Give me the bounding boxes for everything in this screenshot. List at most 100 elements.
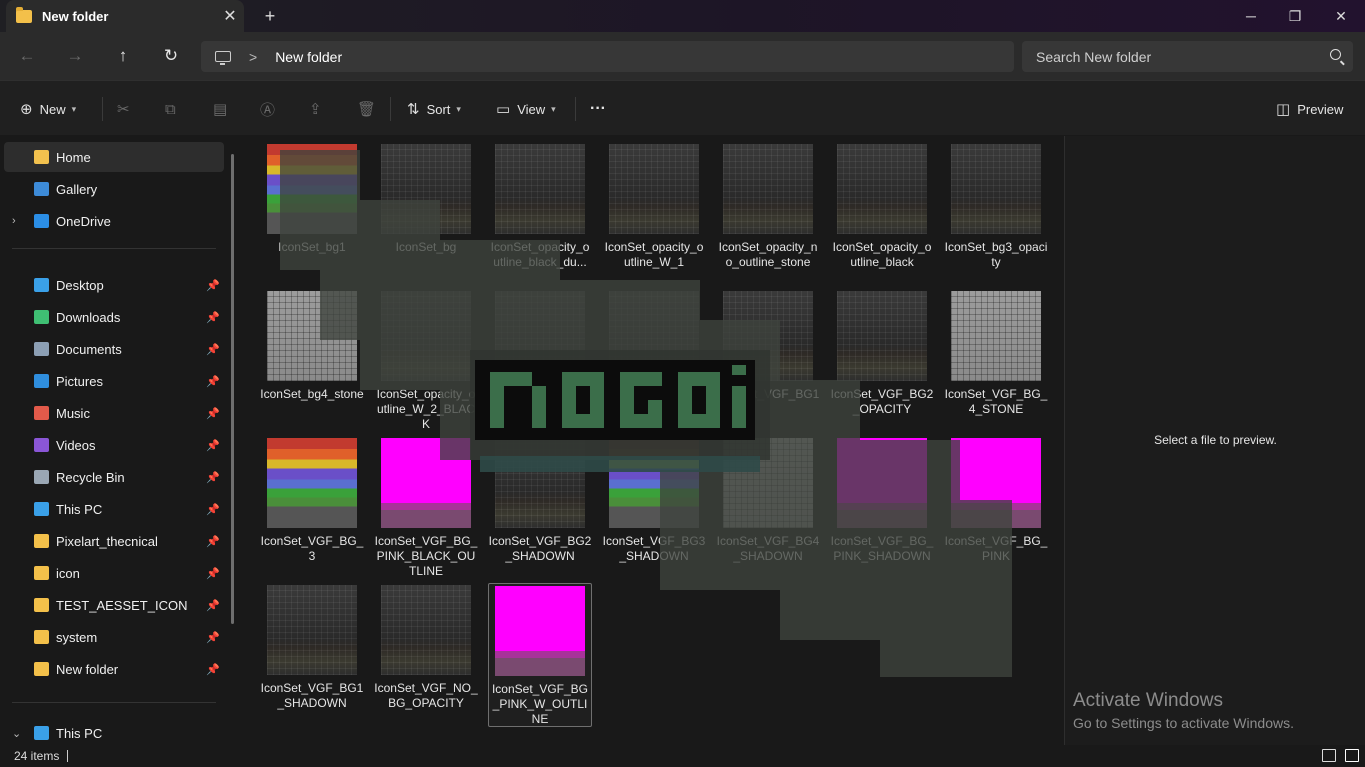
view-label: View	[517, 101, 546, 117]
paste-button[interactable]: ▤	[213, 98, 234, 120]
sidebar-item-icon[interactable]: icon 📌	[4, 558, 224, 588]
chevron-down-icon: ▾	[551, 103, 556, 114]
file-name: IconSet_opacity_outline_W_2_BLACK	[376, 387, 476, 431]
close-window-button[interactable]: ✕	[1318, 0, 1364, 32]
file-thumbnail	[381, 438, 471, 528]
file-item[interactable]: IconSet_VGF_BG1	[716, 291, 820, 402]
copy-button[interactable]: ⧉	[165, 98, 183, 120]
delete-button[interactable]: 🗑	[357, 98, 383, 120]
minimize-button[interactable]: ─	[1228, 0, 1274, 32]
file-item[interactable]: IconSet_VGF_NO_BG_OPACITY	[374, 585, 478, 711]
file-thumbnail	[495, 291, 585, 381]
file-item[interactable]: IconSet_bg3_opacity	[944, 144, 1048, 270]
sidebar-item-recycle-bin[interactable]: Recycle Bin 📌	[4, 462, 224, 492]
folder-icon	[16, 6, 32, 23]
address-bar[interactable]: > New folder	[201, 41, 1014, 72]
sidebar-scrollbar[interactable]	[231, 154, 234, 624]
divider	[390, 97, 391, 121]
up-button[interactable]: ↑	[111, 44, 135, 68]
sidebar-item-desktop[interactable]: Desktop 📌	[4, 270, 224, 300]
sidebar-item-this-pc[interactable]: ⌄ This PC	[4, 718, 224, 748]
forward-button[interactable]: →	[63, 44, 87, 68]
file-name: IconSet_opacity_outline_W_1	[604, 240, 704, 269]
preview-pane-button[interactable]: ◫ Preview	[1276, 98, 1343, 120]
file-item[interactable]: IconSet_VGF_BG4_SHADOWN	[716, 438, 820, 564]
file-name: IconSet_VGF_BG_PINK_BLACK_OUTLINE	[374, 534, 478, 578]
sidebar-item-system[interactable]: system 📌	[4, 622, 224, 652]
more-options-button[interactable]: ···	[590, 98, 606, 120]
sidebar-item-videos[interactable]: Videos 📌	[4, 430, 224, 460]
pin-icon: 📌	[206, 599, 220, 612]
file-item[interactable]: IconSet_VGF_BG3_SHADOWN	[602, 438, 706, 564]
file-item[interactable]: IconSet_VGF_BG2_SHADOWN	[488, 438, 592, 564]
tab-new-folder[interactable]: New folder ✕	[6, 0, 244, 32]
file-item[interactable]: IconSet_opacity_outline_W_1	[602, 144, 706, 270]
sidebar-item-gallery[interactable]: Gallery	[4, 174, 224, 204]
pin-icon: 📌	[206, 631, 220, 644]
rename-button[interactable]: Ⓐ	[260, 98, 282, 120]
file-item[interactable]: IconSet_VGF_BG1_SHADOWN	[260, 585, 364, 711]
search-icon[interactable]	[1330, 49, 1341, 60]
file-item[interactable]: IconSet_bg4_stone	[260, 291, 364, 402]
file-item[interactable]: IconSet_VGF_BG_PINK_W_OUTLINE	[488, 583, 592, 727]
new-button[interactable]: ⊕ New ▾	[20, 98, 76, 120]
sidebar-item-test-aesset-icon[interactable]: TEST_AESSET_ICON 📌	[4, 590, 224, 620]
refresh-button[interactable]: ↻	[159, 44, 183, 68]
sidebar-item-pixelart-thecnical[interactable]: Pixelart_thecnical 📌	[4, 526, 224, 556]
sidebar-item-onedrive[interactable]: › OneDrive	[4, 206, 224, 236]
music-icon	[34, 406, 49, 420]
sidebar-item-this-pc[interactable]: This PC 📌	[4, 494, 224, 524]
chevron-down-icon: ▾	[456, 103, 461, 114]
file-item[interactable]: IconSet_VGF_BG2_OPACITY	[830, 291, 934, 417]
file-item[interactable]: IconSet_VGF_BG_PINK	[944, 438, 1048, 564]
file-thumbnail	[495, 144, 585, 234]
file-item[interactable]	[488, 291, 592, 387]
large-icons-view-icon[interactable]	[1345, 749, 1359, 762]
preview-pane: Select a file to preview.	[1064, 136, 1365, 745]
sidebar-item-downloads[interactable]: Downloads 📌	[4, 302, 224, 332]
file-item[interactable]: IconSet_opacity_outline_black	[830, 144, 934, 270]
view-button[interactable]: ▭ View ▾	[496, 98, 556, 120]
new-tab-button[interactable]: +	[256, 4, 284, 28]
pin-icon: 📌	[206, 535, 220, 548]
file-item[interactable]: IconSet_opacity_no_outline_stone	[716, 144, 820, 270]
file-item[interactable]: IconSet_bg1	[260, 144, 364, 255]
file-item[interactable]	[602, 291, 706, 387]
sidebar-item-label: Videos	[56, 437, 96, 453]
recycle-bin-icon	[34, 470, 49, 484]
file-item[interactable]: IconSet_VGF_BG_PINK_BLACK_OUTLINE	[374, 438, 478, 579]
search-box[interactable]	[1022, 41, 1353, 72]
sidebar-item-home[interactable]: Home	[4, 142, 224, 172]
desktop-icon	[34, 278, 49, 292]
chevron-right-icon[interactable]: ›	[12, 215, 16, 227]
file-thumbnail	[381, 585, 471, 675]
file-thumbnail	[723, 144, 813, 234]
file-item[interactable]: IconSet_opacity_outline_black_du...	[488, 144, 592, 270]
sidebar-item-new-folder[interactable]: New folder 📌	[4, 654, 224, 684]
file-item[interactable]: IconSet_VGF_BG_PINK_SHADOWN	[830, 438, 934, 564]
file-item[interactable]: IconSet_VGF_BG_3	[260, 438, 364, 564]
sidebar-item-pictures[interactable]: Pictures 📌	[4, 366, 224, 396]
cut-button[interactable]: ✂	[117, 98, 137, 120]
status-bar: 24 items	[0, 745, 1365, 767]
navigation-pane: Home Gallery › OneDrive Desktop 📌 Downloads 📌 Do…	[0, 136, 243, 745]
share-button[interactable]: ⇪	[309, 98, 329, 120]
chevron-down-icon[interactable]: ⌄	[12, 727, 21, 740]
title-bar: New folder ✕ + ─ ❐ ✕	[0, 0, 1365, 32]
file-item[interactable]: IconSet_VGF_BG_4_STONE	[944, 291, 1048, 417]
sidebar-item-documents[interactable]: Documents 📌	[4, 334, 224, 364]
chevron-right-icon[interactable]: >	[249, 49, 257, 65]
file-item[interactable]: IconSet_bg	[374, 144, 478, 255]
back-button[interactable]: ←	[15, 44, 39, 68]
breadcrumb-new-folder[interactable]: New folder	[275, 49, 342, 65]
sort-icon: ⇅	[407, 101, 420, 118]
file-thumbnail	[609, 144, 699, 234]
search-input[interactable]	[1036, 48, 1316, 65]
tab-close-button[interactable]: ✕	[216, 6, 244, 26]
sort-button[interactable]: ⇅ Sort ▾	[407, 98, 461, 120]
maximize-button[interactable]: ❐	[1272, 0, 1318, 32]
details-view-icon[interactable]	[1322, 749, 1336, 762]
status-divider	[67, 750, 68, 762]
file-item[interactable]: IconSet_opacity_outline_W_2_BLACK	[374, 291, 478, 432]
sidebar-item-music[interactable]: Music 📌	[4, 398, 224, 428]
